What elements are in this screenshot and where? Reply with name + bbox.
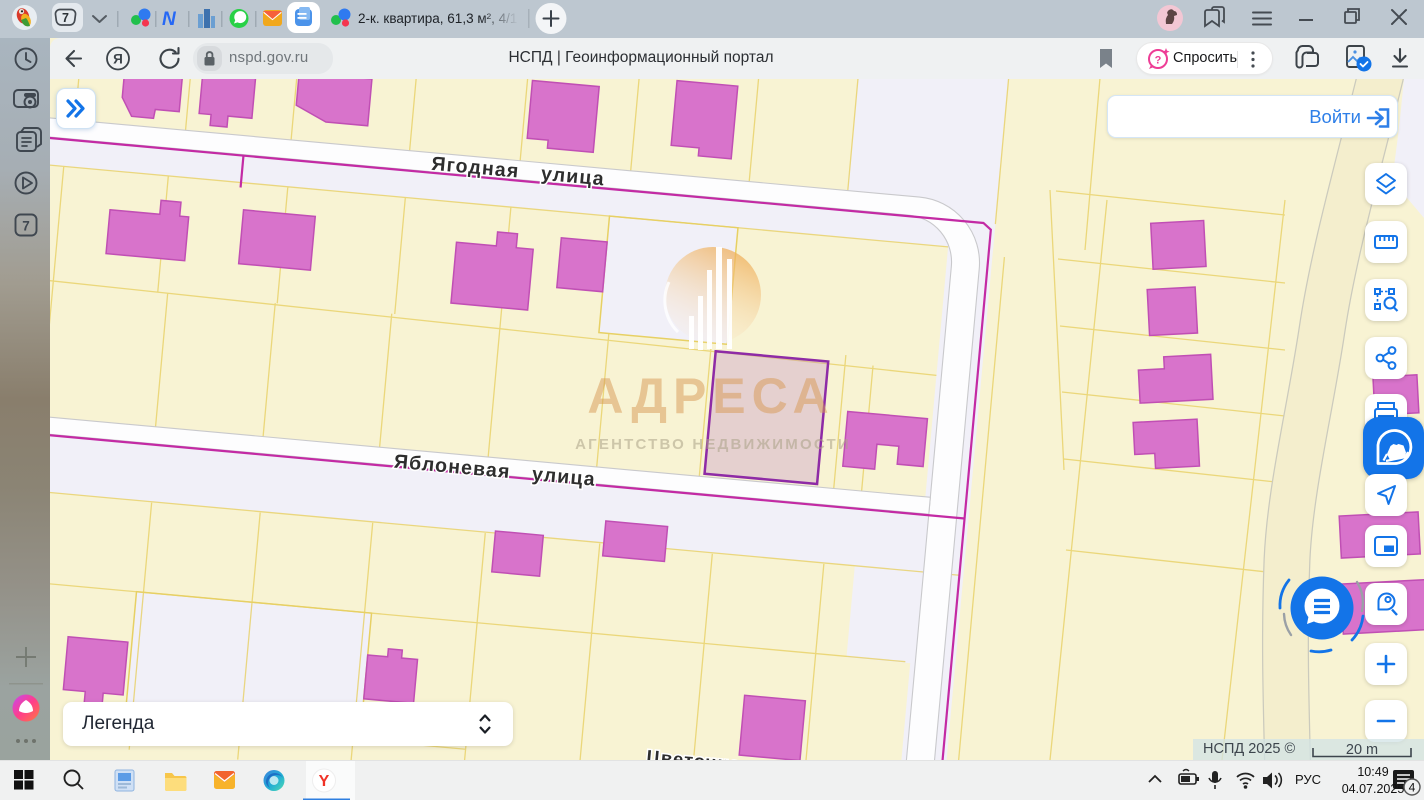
svg-text:N: N <box>162 9 177 30</box>
svg-text:?: ? <box>1155 55 1162 67</box>
svg-text:Y: Y <box>319 773 330 790</box>
svg-text:7: 7 <box>22 219 30 234</box>
svg-text:4: 4 <box>1409 781 1416 795</box>
svg-text:АГЕНТСТВО НЕДВИЖИМОСТИ: АГЕНТСТВО НЕДВИЖИМОСТИ <box>575 436 851 453</box>
svg-text:20 m: 20 m <box>1346 742 1378 758</box>
svg-text:7: 7 <box>62 11 69 25</box>
svg-text:АДРЕСА: АДРЕСА <box>587 368 834 424</box>
